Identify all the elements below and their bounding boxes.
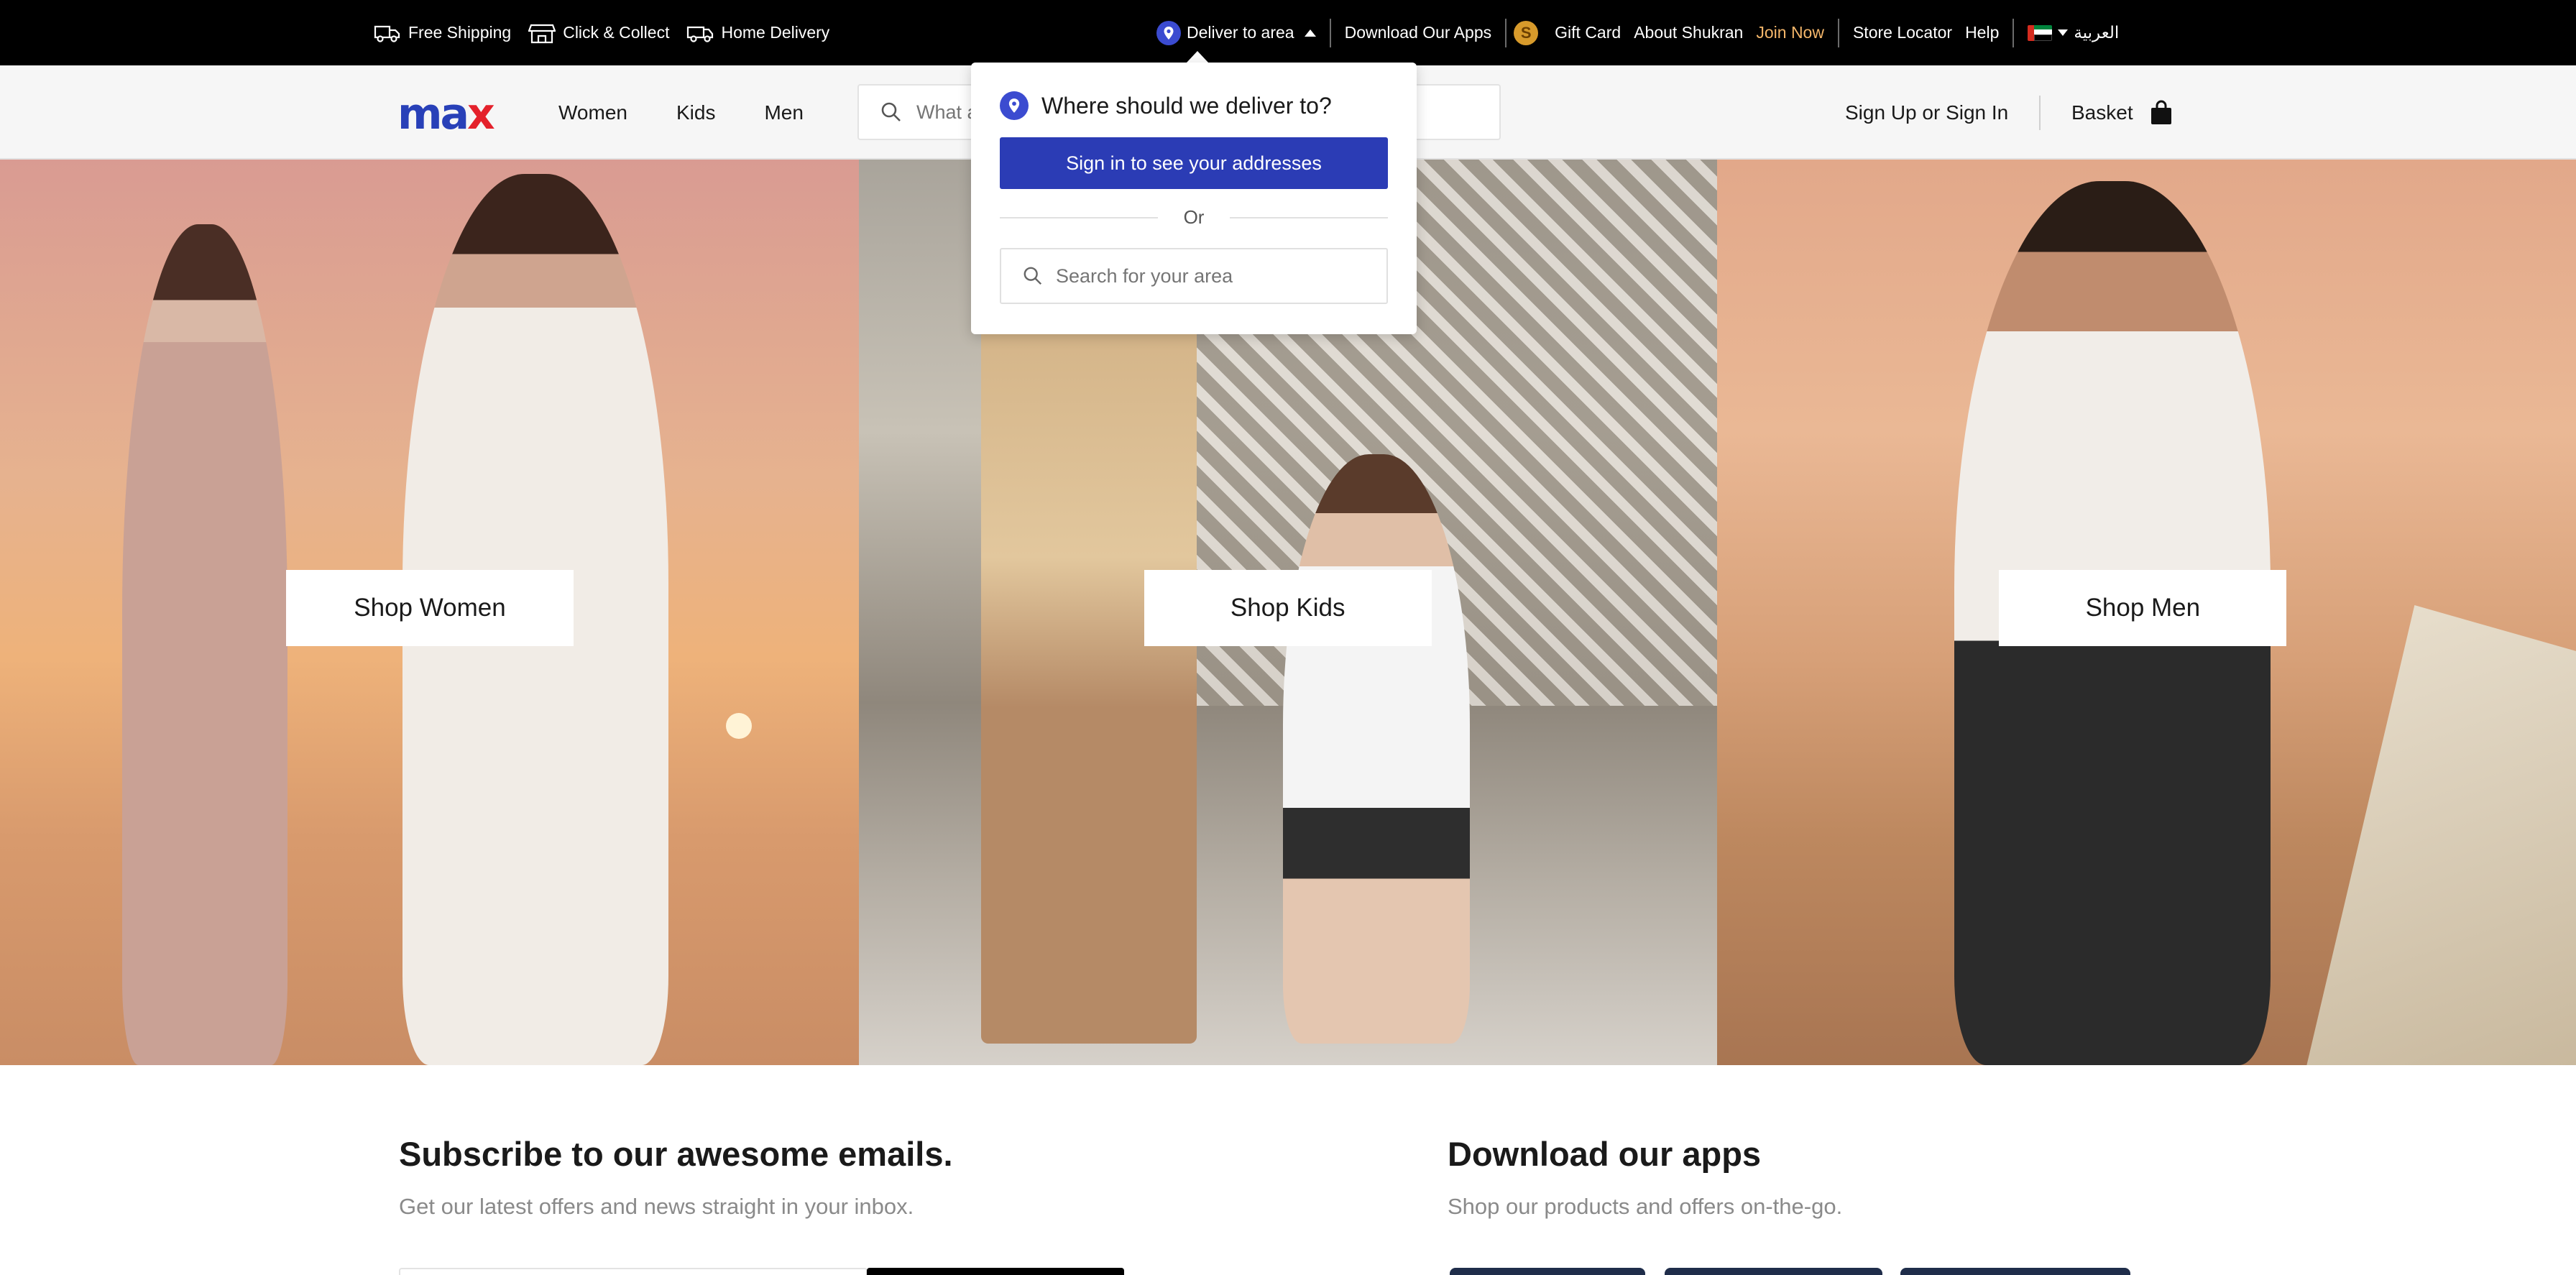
- app-store-badge[interactable]: [1450, 1268, 1645, 1275]
- language-label: العربية: [2074, 23, 2120, 42]
- deliver-to-area-label: Deliver to area: [1187, 23, 1294, 42]
- shopping-bag-icon: [2150, 100, 2171, 124]
- shop-women-button[interactable]: Shop Women: [286, 570, 574, 646]
- max-logo[interactable]: max: [397, 93, 495, 136]
- gift-card-link[interactable]: Gift Card: [1548, 23, 1627, 42]
- women-panel[interactable]: Shop Women: [0, 160, 859, 1065]
- boy-model-image: [1282, 454, 1470, 1044]
- divider: [2012, 18, 2015, 47]
- home-delivery-label: Home Delivery: [721, 23, 830, 42]
- google-play-badge[interactable]: [1665, 1268, 1882, 1275]
- search-icon: [1024, 267, 1042, 285]
- nav-women[interactable]: Women: [558, 101, 627, 124]
- store-icon: [528, 24, 556, 43]
- popover-header: Where should we deliver to?: [1000, 91, 1332, 120]
- shop-men-button[interactable]: Shop Men: [1999, 570, 2287, 646]
- men-panel[interactable]: Shop Men: [1717, 160, 2576, 1065]
- women-model-image: [122, 224, 288, 1065]
- country-language-selector[interactable]: العربية: [2021, 24, 2125, 42]
- department-nav: Women Kids Men: [558, 65, 804, 160]
- popover-arrow: [1186, 51, 1209, 63]
- apps-title: Download our apps: [1448, 1135, 1762, 1173]
- utility-links: Deliver to area Download Our Apps S Gift…: [1150, 0, 2125, 65]
- truck-icon: [374, 25, 400, 42]
- chevron-down-icon: [2058, 29, 2069, 36]
- sun-image: [726, 713, 752, 739]
- divider: [1837, 18, 1839, 47]
- shukran-coin-icon: S: [1514, 20, 1539, 45]
- nav-kids[interactable]: Kids: [676, 101, 715, 124]
- join-now-link[interactable]: Join Now: [1749, 23, 1831, 42]
- area-search-input[interactable]: [1056, 264, 1372, 287]
- newsletter-section: Subscribe to our awesome emails. Get our…: [399, 1134, 953, 1220]
- divider: [1329, 18, 1331, 47]
- click-collect-label: Click & Collect: [563, 23, 670, 42]
- logo-accent: x: [467, 89, 495, 139]
- nav-men[interactable]: Men: [764, 101, 803, 124]
- area-search[interactable]: [1000, 248, 1388, 304]
- app-gallery-badge[interactable]: [1900, 1268, 2130, 1275]
- free-shipping-link[interactable]: Free Shipping: [374, 22, 511, 44]
- free-shipping-label: Free Shipping: [408, 23, 512, 42]
- utility-bar: Free Shipping Click & Collect Home Deliv…: [0, 0, 2576, 65]
- store-locator-link[interactable]: Store Locator: [1846, 23, 1959, 42]
- or-divider: Or: [1000, 206, 1389, 229]
- or-label: Or: [1183, 206, 1205, 228]
- popover-title: Where should we deliver to?: [1041, 92, 1332, 119]
- search-icon: [881, 102, 901, 121]
- delivery-van-icon: [687, 26, 714, 42]
- newsletter-subtitle: Get our latest offers and news straight …: [399, 1194, 914, 1219]
- sign-in-link[interactable]: Sign Up or Sign In: [1845, 65, 2008, 160]
- apps-subtitle: Shop our products and offers on-the-go.: [1448, 1194, 1843, 1219]
- uae-flag-icon: [2028, 24, 2053, 41]
- click-collect-link[interactable]: Click & Collect: [528, 22, 669, 44]
- basket-label: Basket: [2071, 101, 2133, 124]
- divider: [1505, 18, 1507, 47]
- basket-link[interactable]: Basket: [2071, 65, 2174, 160]
- delivery-area-popover: Where should we deliver to? Sign in to s…: [971, 63, 1417, 334]
- help-link[interactable]: Help: [1959, 23, 2005, 42]
- service-links: Free Shipping Click & Collect Home Deliv…: [374, 0, 829, 65]
- logo-text: ma: [397, 89, 469, 139]
- about-shukran-link[interactable]: About Shukran: [1627, 23, 1749, 42]
- chevron-up-icon: [1304, 29, 1316, 37]
- newsletter-title: Subscribe to our awesome emails.: [399, 1135, 953, 1173]
- newsletter-email-field[interactable]: [399, 1268, 868, 1275]
- tent-image: [2306, 605, 2576, 1065]
- subscribe-button[interactable]: [867, 1268, 1124, 1275]
- apps-section: Download our apps Shop our products and …: [1448, 1134, 1842, 1220]
- shop-kids-button[interactable]: Shop Kids: [1144, 570, 1432, 646]
- location-pin-icon: [1000, 91, 1029, 120]
- home-delivery-link[interactable]: Home Delivery: [686, 22, 829, 44]
- divider: [2039, 96, 2041, 130]
- deliver-to-area-button[interactable]: Deliver to area: [1150, 20, 1322, 45]
- sign-in-addresses-button[interactable]: Sign in to see your addresses: [1000, 137, 1388, 189]
- location-pin-icon: [1156, 20, 1181, 45]
- download-apps-link[interactable]: Download Our Apps: [1338, 23, 1499, 42]
